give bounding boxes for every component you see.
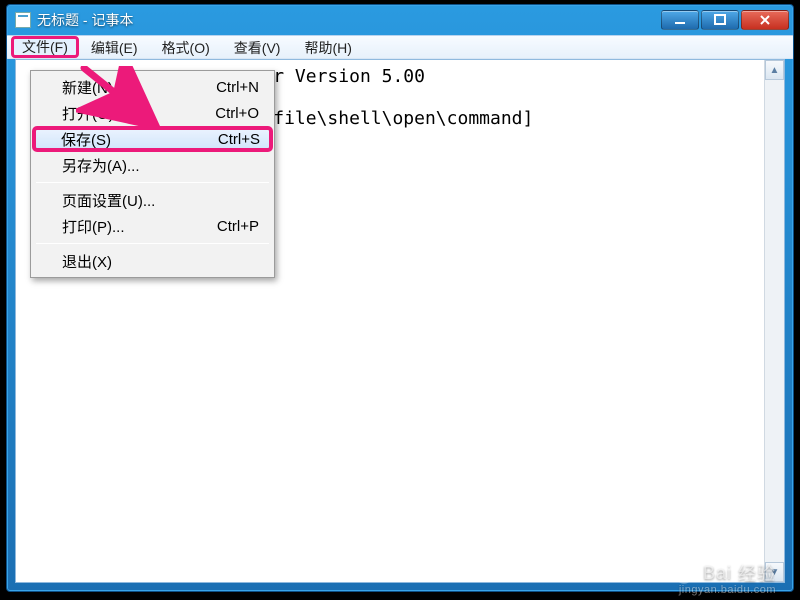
maximize-icon (714, 14, 726, 26)
menu-help[interactable]: 帮助(H) (292, 36, 363, 58)
scroll-up-button[interactable]: ▲ (765, 60, 784, 80)
menu-file-label: 文件(F) (22, 37, 68, 57)
content-line1: r Version 5.00 (273, 66, 425, 87)
menu-item-print-label: 打印(P)... (62, 216, 125, 237)
menu-item-new[interactable]: 新建(N) Ctrl+N (34, 74, 271, 100)
menu-view[interactable]: 查看(V) (222, 36, 293, 58)
menu-item-exit-label: 退出(X) (62, 251, 112, 272)
menu-item-pagesetup-label: 页面设置(U)... (62, 190, 155, 211)
menu-item-open-label: 打开(O)... (62, 103, 126, 124)
menu-item-new-shortcut: Ctrl+N (216, 79, 259, 96)
menu-help-label: 帮助(H) (304, 38, 351, 58)
menu-item-exit[interactable]: 退出(X) (34, 248, 271, 274)
scrollbar-vertical[interactable]: ▲ ▼ (764, 60, 784, 582)
minimize-button[interactable] (661, 10, 699, 30)
menu-item-pagesetup[interactable]: 页面设置(U)... (34, 187, 271, 213)
menu-view-label: 查看(V) (234, 38, 281, 58)
menu-item-saveas-label: 另存为(A)... (62, 155, 140, 176)
menu-separator (36, 243, 269, 244)
menu-item-open-shortcut: Ctrl+O (215, 105, 259, 122)
menu-item-saveas[interactable]: 另存为(A)... (34, 152, 271, 178)
menu-item-print-shortcut: Ctrl+P (217, 218, 259, 235)
menu-format-label: 格式(O) (162, 38, 210, 58)
menu-item-new-label: 新建(N) (62, 77, 113, 98)
close-icon (759, 14, 771, 26)
content-line2: file\shell\open\command] (273, 108, 533, 129)
close-button[interactable] (741, 10, 789, 30)
scroll-down-button[interactable]: ▼ (765, 562, 784, 582)
minimize-icon (674, 14, 686, 26)
maximize-button[interactable] (701, 10, 739, 30)
menu-format[interactable]: 格式(O) (150, 36, 222, 58)
menubar: 文件(F) 编辑(E) 格式(O) 查看(V) 帮助(H) (7, 35, 793, 59)
menu-item-print[interactable]: 打印(P)... Ctrl+P (34, 213, 271, 239)
titlebar[interactable]: 无标题 - 记事本 (7, 5, 793, 35)
window-controls (661, 10, 789, 30)
window-title: 无标题 - 记事本 (37, 10, 133, 30)
menu-item-save-label: 保存(S) (61, 129, 111, 150)
notepad-icon (15, 12, 31, 28)
menu-item-save[interactable]: 保存(S) Ctrl+S (32, 126, 273, 152)
menu-file[interactable]: 文件(F) (11, 36, 79, 58)
menu-edit-label: 编辑(E) (91, 38, 138, 58)
file-menu-dropdown: 新建(N) Ctrl+N 打开(O)... Ctrl+O 保存(S) Ctrl+… (30, 70, 275, 278)
menu-separator (36, 182, 269, 183)
menu-edit[interactable]: 编辑(E) (79, 36, 150, 58)
menu-item-save-shortcut: Ctrl+S (218, 131, 260, 148)
menu-item-open[interactable]: 打开(O)... Ctrl+O (34, 100, 271, 126)
